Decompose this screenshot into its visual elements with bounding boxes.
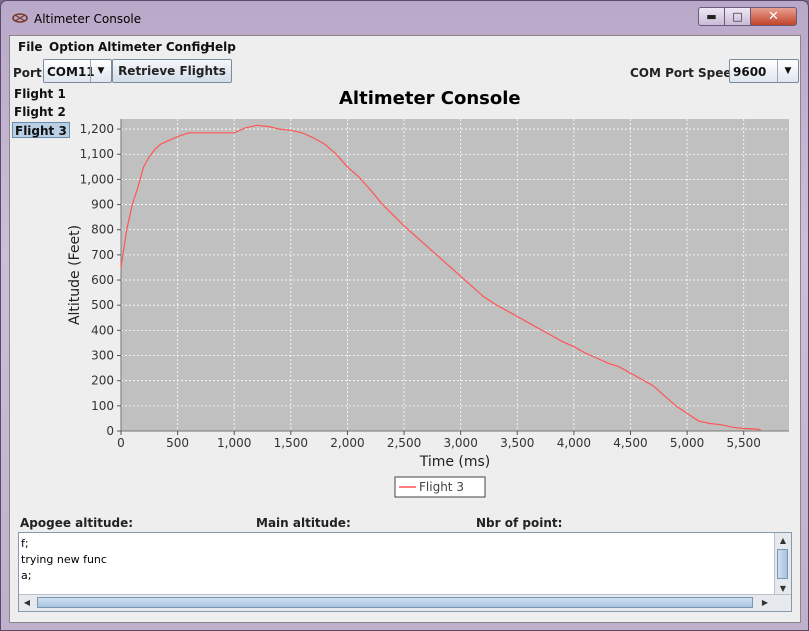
altitude-chart: 0 500 1,000 1,500 2,000 2,500 3,000 3,500 4,000 4…: [67, 119, 789, 498]
port-label: Port:: [13, 66, 47, 80]
horizontal-scrollbar[interactable]: ◀ ▶: [19, 594, 791, 611]
x-axis-label: Time (ms): [419, 454, 491, 470]
app-icon: [12, 13, 28, 23]
menu-help[interactable]: Help: [205, 40, 236, 54]
log-line-2: trying new func: [21, 553, 107, 566]
apogee-altitude-label: Apogee altitude:: [20, 516, 134, 530]
port-select[interactable]: COM11 ▼: [43, 59, 112, 83]
main-altitude-label: Main altitude:: [256, 516, 351, 530]
com-port-speed-label: COM Port Speed:: [630, 66, 745, 80]
scroll-up-icon[interactable]: ▲: [775, 533, 791, 547]
y-tick-label: 100: [91, 399, 114, 413]
log-line-3: a;: [21, 569, 32, 582]
port-value: COM11: [47, 65, 95, 79]
chart-title: Altimeter Console: [339, 88, 521, 109]
x-tick-label: 1,500: [274, 436, 308, 450]
close-icon: ✕: [768, 9, 779, 24]
x-tick-label: 5,000: [670, 436, 704, 450]
y-tick-label: 200: [91, 374, 114, 388]
y-tick-label: 300: [91, 349, 114, 363]
y-tick-label: 1,200: [80, 122, 114, 136]
scroll-left-icon[interactable]: ◀: [19, 595, 35, 610]
x-tick-label: 3,000: [443, 436, 477, 450]
minimize-icon: ▬: [706, 10, 717, 23]
x-tick-label: 1,000: [217, 436, 251, 450]
x-tick-label: 0: [117, 436, 125, 450]
com-speed-value: 9600: [733, 65, 767, 79]
maximize-button[interactable]: □: [724, 7, 751, 26]
menu-option[interactable]: Option: [49, 40, 94, 54]
y-tick-label: 0: [106, 424, 114, 438]
scroll-right-icon[interactable]: ▶: [757, 595, 773, 610]
legend-label: Flight 3: [419, 480, 464, 494]
x-tick-label: 2,000: [330, 436, 364, 450]
menu-bar: File Option Altimeter Config Help: [10, 36, 800, 58]
maximize-icon: □: [732, 10, 743, 23]
menu-file[interactable]: File: [18, 40, 43, 54]
scroll-down-icon[interactable]: ▼: [775, 581, 791, 595]
y-tick-label: 900: [91, 198, 114, 212]
y-tick-label: 400: [91, 323, 114, 337]
y-tick-label: 1,100: [80, 147, 114, 161]
close-button[interactable]: ✕: [750, 7, 797, 26]
chevron-down-icon[interactable]: ▼: [777, 60, 798, 82]
x-tick-label: 3,500: [500, 436, 534, 450]
com-speed-select[interactable]: 9600 ▼: [729, 59, 799, 83]
menu-altimeter-config[interactable]: Altimeter Config: [98, 40, 209, 54]
chevron-down-icon[interactable]: ▼: [90, 60, 111, 82]
title-bar[interactable]: Altimeter Console ▬ □ ✕: [1, 1, 808, 35]
vertical-scroll-thumb[interactable]: [777, 549, 788, 579]
minimize-button[interactable]: ▬: [698, 7, 725, 26]
x-tick-label: 4,500: [613, 436, 647, 450]
horizontal-scroll-thumb[interactable]: [37, 597, 753, 608]
log-textarea[interactable]: f; trying new func a; ▲ ▼ ◀ ▶: [18, 532, 792, 612]
y-tick-label: 1,000: [80, 172, 114, 186]
log-line-1: f;: [21, 537, 29, 550]
client-area: File Option Altimeter Config Help Port: …: [9, 35, 801, 623]
vertical-scrollbar[interactable]: ▲ ▼: [774, 533, 791, 595]
flight-list-item-1[interactable]: Flight 1: [12, 86, 68, 102]
y-tick-label: 600: [91, 273, 114, 287]
y-tick-label: 700: [91, 248, 114, 262]
x-tick-label: 2,500: [387, 436, 421, 450]
nbr-of-point-label: Nbr of point:: [476, 516, 563, 530]
retrieve-flights-button[interactable]: Retrieve Flights: [112, 59, 232, 83]
plot-area: [121, 119, 789, 431]
y-axis-label: Altitude (Feet): [67, 225, 83, 325]
app-window: Altimeter Console ▬ □ ✕ File Option Alti…: [0, 0, 809, 631]
x-tick-label: 500: [166, 436, 189, 450]
y-tick-label: 500: [91, 298, 114, 312]
x-tick-label: 4,000: [557, 436, 591, 450]
y-tick-label: 800: [91, 223, 114, 237]
window-title: Altimeter Console: [34, 12, 142, 26]
x-tick-label: 5,500: [727, 436, 761, 450]
